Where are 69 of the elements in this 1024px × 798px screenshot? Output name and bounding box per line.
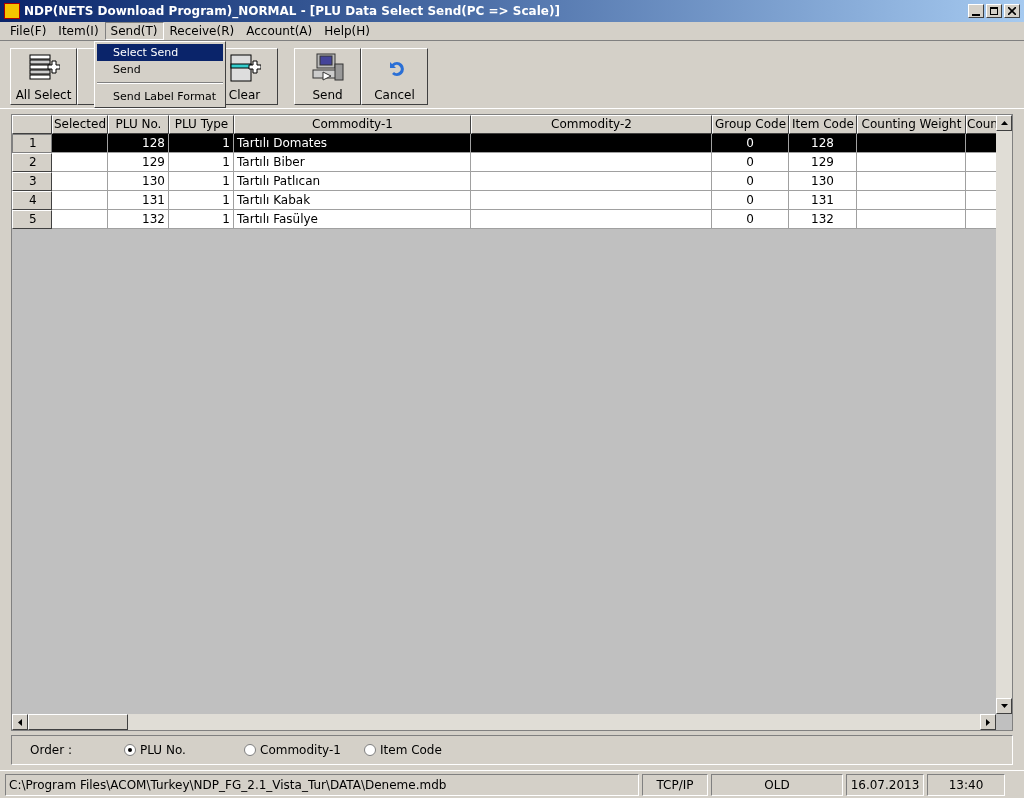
status-panel: OLD xyxy=(711,773,843,796)
column-header[interactable]: Commodity-1 xyxy=(234,115,471,134)
right-arrow-icon xyxy=(986,718,990,726)
list-add-icon xyxy=(27,52,60,83)
table-row[interactable]: 2 129 1 Tartılı Biber 0 129 xyxy=(12,153,998,172)
horizontal-scrollbar[interactable] xyxy=(12,714,996,730)
scroll-thumb[interactable] xyxy=(28,714,128,730)
column-header[interactable]: Selected xyxy=(52,115,108,134)
column-header[interactable]: PLU Type xyxy=(169,115,234,134)
scroll-left-button[interactable] xyxy=(12,714,28,730)
table-row[interactable]: 5 132 1 Tartılı Fasülye 0 132 xyxy=(12,210,998,229)
table-row[interactable]: 1 128 1 Tartılı Domates 0 128 xyxy=(12,134,998,153)
scroll-right-button[interactable] xyxy=(980,714,996,730)
row-header[interactable]: 5 xyxy=(12,210,52,229)
header-corner xyxy=(12,115,52,134)
status-panel: 16.07.2013 xyxy=(846,773,924,796)
column-header[interactable]: PLU No. xyxy=(108,115,169,134)
computer-icon xyxy=(310,51,345,84)
table-row[interactable]: 3 130 1 Tartılı Patlıcan 0 130 xyxy=(12,172,998,191)
table-cell: 132 xyxy=(789,210,857,229)
window-title: NDP(NETS Download Program)_NORMAL - [PLU Data Select Send(PC => Scale)] xyxy=(24,3,560,20)
status-panel: TCP/IP xyxy=(642,773,708,796)
menu-item[interactable]: Send(T) xyxy=(104,22,164,40)
status-panel: 13:40 xyxy=(927,773,1005,796)
table-cell: 132 xyxy=(108,210,169,229)
row-header[interactable]: 3 xyxy=(12,172,52,191)
status-panel: C:\Program Files\ACOM\Turkey\NDP_FG_2.1_Vista_Tur\DATA\Deneme.mdb xyxy=(5,773,639,796)
row-header[interactable]: 1 xyxy=(12,134,52,153)
table-cell xyxy=(52,210,108,229)
table-row[interactable]: 4 131 1 Tartılı Kabak 0 131 xyxy=(12,191,998,210)
column-header[interactable]: Commodity-2 xyxy=(471,115,712,134)
dropdown-item[interactable]: Select Send xyxy=(97,44,223,61)
menu-item[interactable]: Help(H) xyxy=(318,22,376,40)
minimize-button[interactable] xyxy=(968,4,984,18)
minimize-icon xyxy=(972,14,980,16)
radio-button[interactable] xyxy=(364,744,376,756)
radio-button[interactable] xyxy=(244,744,256,756)
table-cell: 1 xyxy=(169,210,234,229)
column-header[interactable]: Group Code xyxy=(712,115,789,134)
maximize-button[interactable] xyxy=(986,4,1002,18)
left-arrow-icon xyxy=(18,718,22,726)
menu-item[interactable]: Item(I) xyxy=(52,22,105,40)
scroll-up-button[interactable] xyxy=(996,115,1012,131)
close-icon xyxy=(1008,7,1016,15)
table-cell: 0 xyxy=(712,210,789,229)
menu-item[interactable]: Account(A) xyxy=(240,22,319,40)
close-button[interactable] xyxy=(1004,4,1020,18)
scroll-down-button[interactable] xyxy=(996,698,1012,714)
up-arrow-icon xyxy=(1000,121,1008,125)
row-header[interactable]: 4 xyxy=(12,191,52,210)
row-header[interactable]: 2 xyxy=(12,153,52,172)
order-radio[interactable]: PLU No. xyxy=(124,741,240,759)
table-cell: Tartılı Fasülye xyxy=(234,210,471,229)
column-header[interactable]: Counting Weight xyxy=(857,115,966,134)
toolbar-button[interactable]: Cancel xyxy=(361,48,428,105)
order-radio[interactable]: Item Code xyxy=(364,741,480,759)
list-add-icon xyxy=(228,52,261,83)
app-icon xyxy=(4,3,20,19)
column-header[interactable]: Item Code xyxy=(789,115,857,134)
maximize-icon xyxy=(990,7,998,15)
toolbar-button[interactable]: Send xyxy=(294,48,361,105)
order-radio[interactable]: Commodity-1 xyxy=(244,741,360,759)
toolbar-button[interactable]: All Select xyxy=(10,48,77,105)
order-label: Order : xyxy=(30,742,73,759)
down-arrow-icon xyxy=(1000,704,1008,708)
radio-button[interactable] xyxy=(124,744,136,756)
menu-item[interactable]: Receive(R) xyxy=(163,22,241,40)
vertical-scrollbar[interactable] xyxy=(996,115,1012,714)
menu-item[interactable]: File(F) xyxy=(4,22,53,40)
